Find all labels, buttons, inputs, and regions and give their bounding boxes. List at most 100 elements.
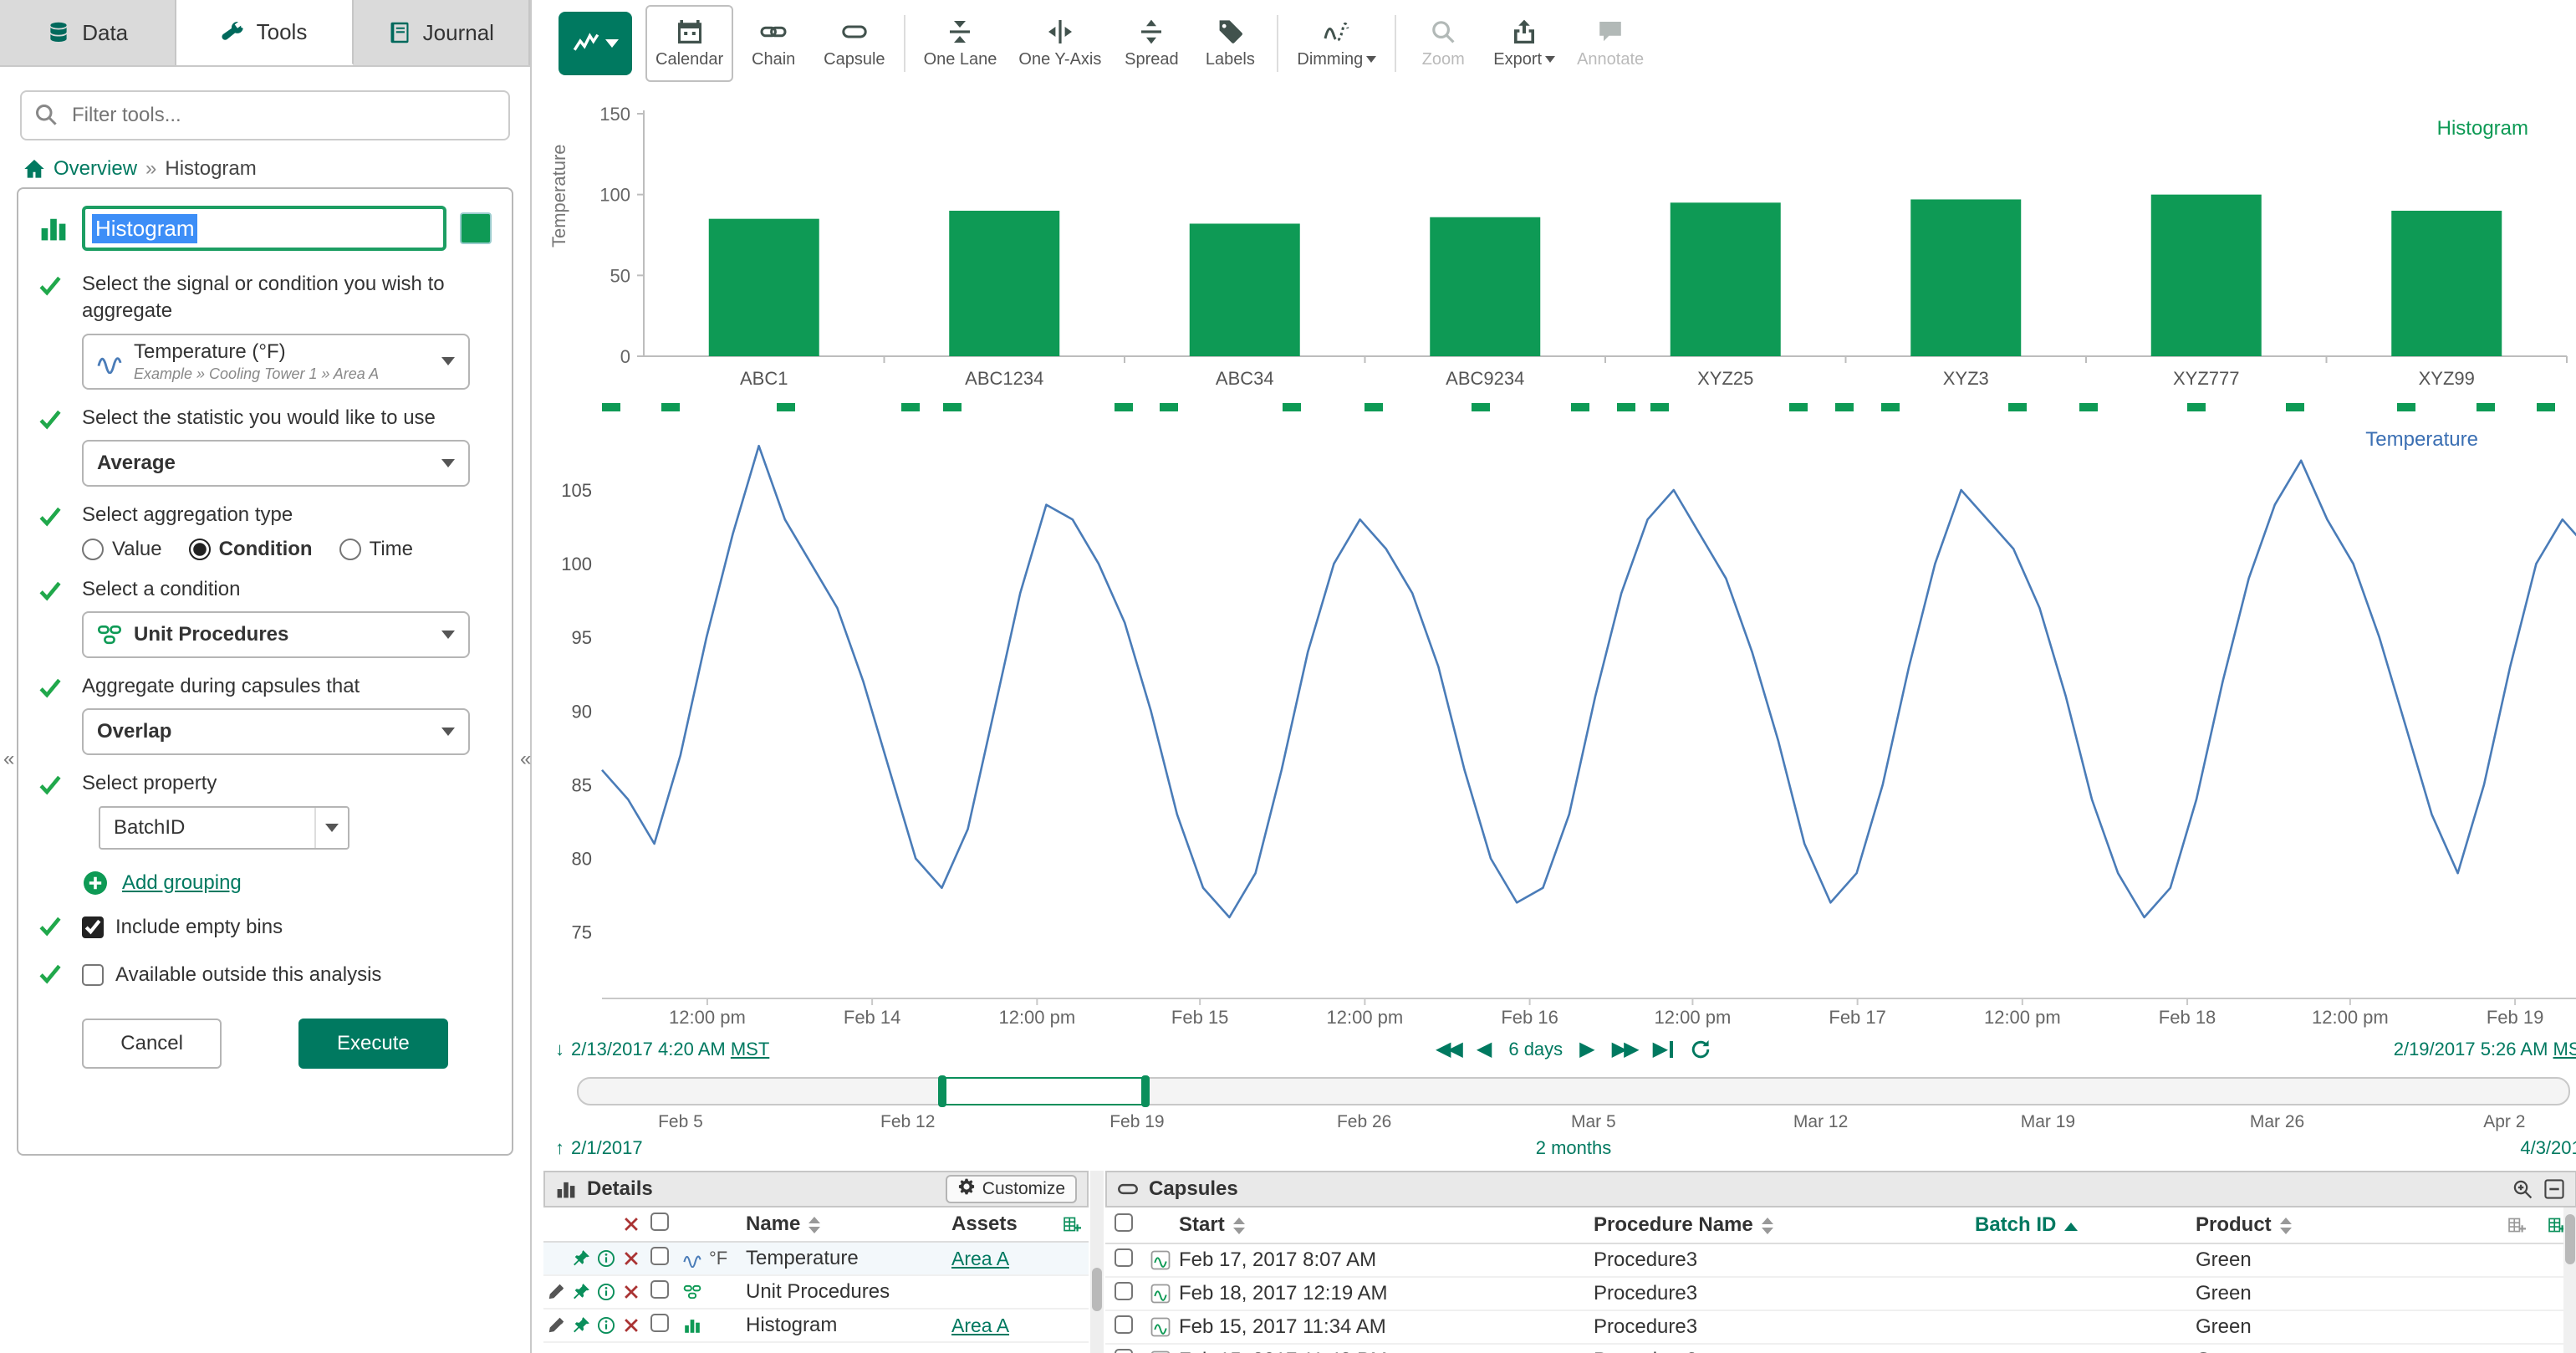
item-name[interactable]: Temperature [746, 1247, 951, 1270]
toolbar-button-chain[interactable]: Chain [735, 5, 812, 82]
home-icon[interactable] [23, 158, 45, 180]
condition-select[interactable]: Unit Procedures [82, 611, 470, 658]
row-checkbox[interactable] [650, 1280, 669, 1299]
available-outside-checkbox[interactable] [82, 964, 104, 986]
radio-value[interactable]: Value [82, 538, 162, 561]
asset-link[interactable]: Area A [951, 1248, 1055, 1270]
step-forward-fast-button[interactable]: ▶▶ [1612, 1039, 1636, 1059]
info-icon[interactable] [594, 1249, 619, 1268]
info-icon[interactable] [594, 1316, 619, 1335]
radio-value-input[interactable] [82, 539, 104, 560]
toolbar-button-export[interactable]: Export [1483, 5, 1565, 82]
toolbar-button-one-y-axis[interactable]: One Y-Axis [1008, 5, 1111, 82]
pin-icon[interactable] [569, 1249, 594, 1268]
display-mode-select[interactable] [559, 12, 632, 75]
edit-icon[interactable] [543, 1316, 569, 1335]
pin-icon[interactable] [569, 1283, 594, 1301]
toolbar-button-labels[interactable]: Labels [1191, 5, 1268, 82]
statistic-select[interactable]: Average [82, 440, 470, 487]
add-column-icon[interactable] [1055, 1215, 1089, 1233]
zoom-to-capsule-icon[interactable] [2512, 1178, 2533, 1200]
toolbar-button-spread[interactable]: Spread [1113, 5, 1190, 82]
histogram-name-input[interactable]: Histogram [82, 206, 446, 251]
during-select[interactable]: Overlap [82, 708, 470, 755]
details-scrollbar[interactable] [1090, 1171, 1104, 1353]
row-checkbox[interactable] [650, 1247, 669, 1265]
toolbar-button-dimming[interactable]: Dimming [1287, 5, 1386, 82]
timeline-handle-right[interactable] [1141, 1075, 1150, 1107]
color-swatch-button[interactable] [460, 212, 492, 244]
timeline-handle-left[interactable] [938, 1075, 946, 1107]
table-row[interactable]: °FTemperatureArea A [543, 1243, 1089, 1276]
radio-condition[interactable]: Condition [189, 538, 313, 561]
capsules-batchid-column[interactable]: Batch ID [1975, 1213, 2196, 1237]
tab-tools[interactable]: Tools [176, 0, 353, 65]
histogram-plot[interactable]: 050100150ABC1ABC1234ABC34ABC9234XYZ25XYZ… [552, 97, 2575, 395]
row-checkbox[interactable] [650, 1314, 669, 1332]
remove-icon[interactable] [619, 1283, 644, 1301]
tab-data[interactable]: Data [0, 0, 176, 65]
histogram-legend[interactable]: Histogram [2437, 117, 2528, 140]
capsules-procedure-column[interactable]: Procedure Name [1594, 1213, 1975, 1237]
collapse-sidebar-chevron[interactable]: « [520, 748, 531, 771]
details-name-column[interactable]: Name [746, 1213, 951, 1236]
collapse-panel-icon[interactable] [2543, 1178, 2565, 1200]
select-all-checkbox[interactable] [650, 1213, 669, 1231]
capsules-start-column[interactable]: Start [1179, 1213, 1594, 1237]
trend-chart[interactable]: 758085909510010512:00 pmFeb 1412:00 pmFe… [552, 418, 2576, 1030]
pin-icon[interactable] [569, 1316, 594, 1335]
customize-button[interactable]: Customize [946, 1175, 1077, 1203]
range-end[interactable]: 2/19/2017 5:26 AM MST [2394, 1039, 2576, 1060]
cancel-button[interactable]: Cancel [82, 1019, 222, 1069]
property-select[interactable]: BatchID [99, 806, 349, 850]
timeline-track[interactable] [577, 1077, 2570, 1105]
radio-condition-input[interactable] [189, 539, 211, 560]
table-row[interactable]: Unit Procedures [543, 1276, 1089, 1310]
signal-select[interactable]: Temperature (°F) Example » Cooling Tower… [82, 334, 470, 390]
radio-time[interactable]: Time [339, 538, 413, 561]
skip-to-end-button[interactable]: ▶ [1653, 1039, 1673, 1059]
remove-icon[interactable] [619, 1316, 644, 1335]
step-forward-button[interactable]: ▶ [1579, 1039, 1594, 1059]
add-grouping-link[interactable]: Add grouping [122, 871, 242, 895]
item-name[interactable]: Histogram [746, 1314, 951, 1337]
trend-legend[interactable]: Temperature [2365, 428, 2478, 452]
refresh-icon[interactable] [1690, 1039, 1711, 1060]
table-icon[interactable] [2497, 1216, 2537, 1234]
tab-journal[interactable]: Journal [354, 0, 530, 65]
include-empty-bins-checkbox[interactable] [82, 916, 104, 938]
row-checkbox[interactable] [1115, 1282, 1133, 1300]
range-duration[interactable]: 6 days [1508, 1039, 1563, 1060]
timeline-duration[interactable]: 2 months [552, 1137, 2576, 1159]
asset-link[interactable]: Area A [951, 1315, 1055, 1337]
details-assets-column[interactable]: Assets [951, 1213, 1055, 1236]
toolbar-button-one-lane[interactable]: One Lane [914, 5, 1007, 82]
step-back-fast-button[interactable]: ◀◀ [1436, 1039, 1460, 1059]
radio-time-input[interactable] [339, 539, 361, 560]
collapse-left-edge-chevron[interactable]: « [3, 748, 14, 771]
timeline-end[interactable]: 4/3/2017 [2520, 1137, 2576, 1159]
step-back-button[interactable]: ◀ [1477, 1039, 1492, 1059]
toolbar-button-capsule[interactable]: Capsule [814, 5, 895, 82]
execute-button[interactable]: Execute [298, 1019, 448, 1069]
remove-icon[interactable] [619, 1249, 644, 1268]
item-name[interactable]: Unit Procedures [746, 1280, 951, 1304]
table-row[interactable]: HistogramArea A [543, 1310, 1089, 1343]
filter-tools-input[interactable] [20, 90, 510, 140]
table-row[interactable]: Feb 18, 2017 12:19 AMProcedure3Green [1105, 1278, 2576, 1311]
toolbar-button-calendar[interactable]: Calendar [645, 5, 733, 82]
capsules-scrollbar[interactable] [2563, 1207, 2576, 1353]
info-icon[interactable] [594, 1283, 619, 1301]
table-row[interactable]: Feb 17, 2017 8:07 AMProcedure3Green [1105, 1244, 2576, 1278]
breadcrumb-overview[interactable]: Overview [54, 157, 137, 181]
trend-plot[interactable]: 758085909510010512:00 pmFeb 1412:00 pmFe… [552, 418, 2576, 1030]
histogram-chart[interactable]: 050100150ABC1ABC1234ABC34ABC9234XYZ25XYZ… [552, 97, 2575, 395]
row-checkbox[interactable] [1115, 1349, 1133, 1353]
table-row[interactable]: Feb 15, 2017 11:34 AMProcedure3Green [1105, 1311, 2576, 1345]
remove-all-icon[interactable] [619, 1215, 644, 1233]
row-checkbox[interactable] [1115, 1248, 1133, 1267]
edit-icon[interactable] [543, 1283, 569, 1301]
select-all-capsules-checkbox[interactable] [1115, 1213, 1133, 1232]
timeline-selection-window[interactable] [943, 1077, 1145, 1105]
row-checkbox[interactable] [1115, 1315, 1133, 1334]
